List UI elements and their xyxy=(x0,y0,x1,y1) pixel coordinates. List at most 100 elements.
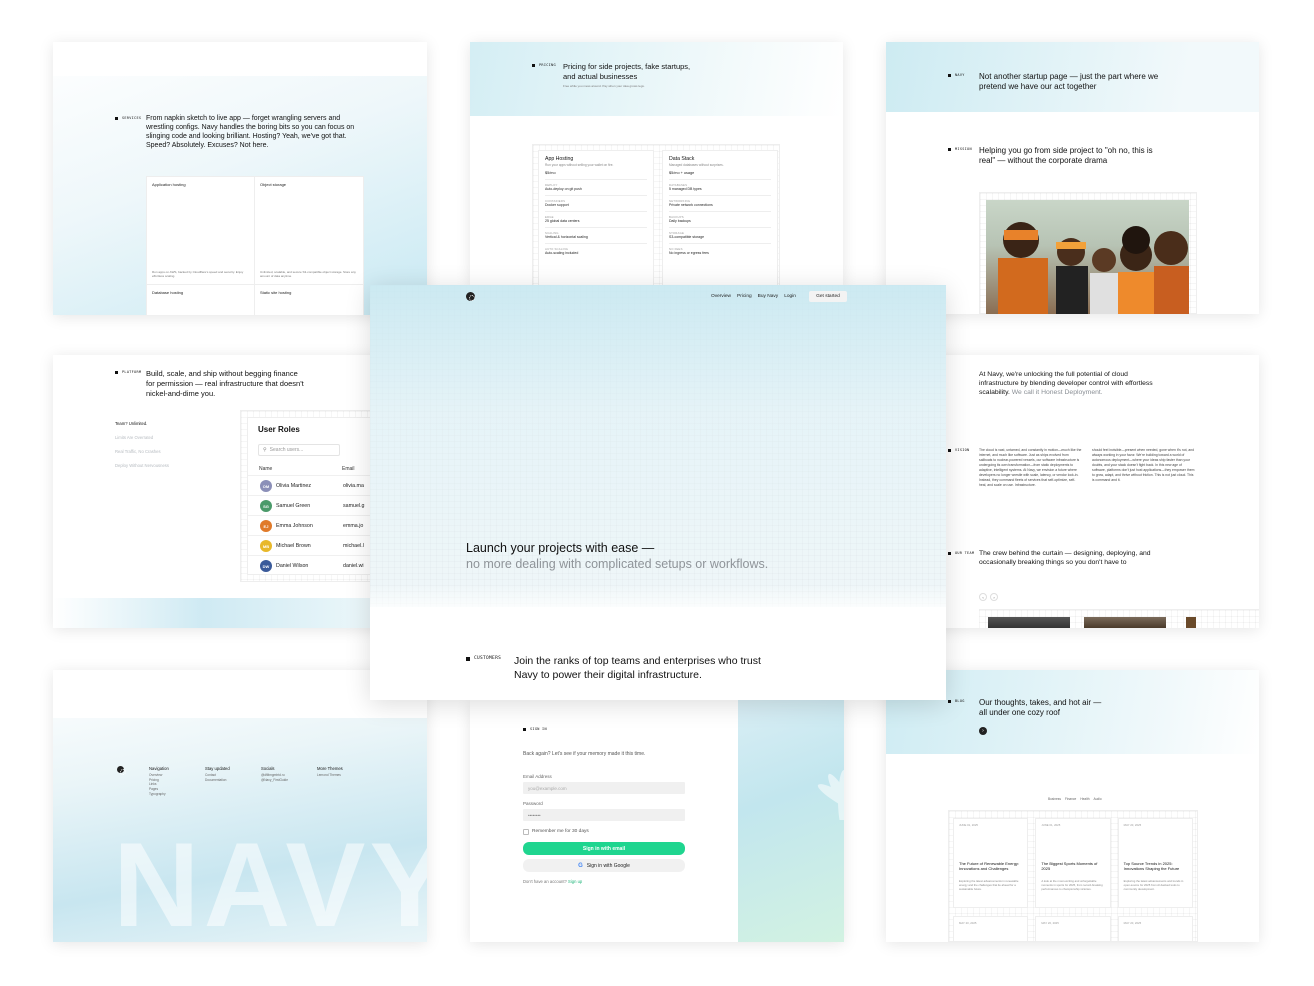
footer-logo[interactable] xyxy=(117,766,126,775)
signin-tag: SIGN IN xyxy=(530,727,547,731)
team-next-button[interactable]: › xyxy=(990,593,998,601)
plan-desc: Managed databases without surprises. xyxy=(669,163,724,167)
team-photo xyxy=(986,200,1189,314)
signin-email-button[interactable]: Sign in with email xyxy=(523,842,685,855)
team-photo-illustration xyxy=(998,222,1189,314)
remember-label: Remember me for 30 days xyxy=(532,829,589,834)
about-title: Not another startup page — just the part… xyxy=(979,72,1159,91)
signup-link[interactable]: Sign up xyxy=(568,879,582,884)
plan-price: $5/mo + usage xyxy=(669,171,695,175)
footer-link[interactable]: @Navy_FirstGuide xyxy=(261,778,295,783)
services-card: SERVICES From napkin sketch to live app … xyxy=(53,42,427,315)
feature-item[interactable]: Deploy Without Nervousness xyxy=(115,463,235,468)
mission-tag: MISSION xyxy=(955,147,972,151)
footer-link[interactable]: Typography xyxy=(149,792,183,797)
about-card: NAVY Not another startup page — just the… xyxy=(886,42,1259,314)
blog-arrow-button[interactable]: › xyxy=(979,727,987,735)
plan-card: Data Stack Managed databases without surp… xyxy=(662,150,778,287)
hero-title: Launch your projects with ease — xyxy=(466,541,655,555)
nav-link[interactable]: Overview xyxy=(711,294,731,299)
feature-item[interactable]: Real Traffic, No Crashes xyxy=(115,449,235,454)
password-field[interactable]: •••••••• xyxy=(523,809,685,821)
plan-row-value: Docker support xyxy=(545,203,569,207)
email-field[interactable]: you@example.com xyxy=(523,782,685,794)
plan-row-value: 5 managed DB types xyxy=(669,187,702,191)
service-cell: Application hosting Run apps on AWS, bac… xyxy=(147,177,255,285)
platform-tag: PLATFORM xyxy=(122,370,142,374)
blog-title: Our thoughts, takes, and hot air — all u… xyxy=(979,698,1102,717)
get-started-button[interactable]: Get started xyxy=(809,291,847,302)
footer-column: Socials @dfiltmgmtrtd.ru @Navy_FirstGuide xyxy=(261,766,295,796)
blog-filter[interactable]: Audio xyxy=(1094,797,1102,801)
blog-post-card[interactable]: MAY 20, 2025 Top Source Trends in 2025: I… xyxy=(1117,818,1193,908)
customers-text: Join the ranks of top teams and enterpri… xyxy=(514,655,761,682)
blog-post-card[interactable]: MAY 20, 2025 xyxy=(953,916,1029,942)
user-search-input[interactable]: ⚲ Search users... xyxy=(258,444,340,456)
navy-logo[interactable] xyxy=(466,292,475,301)
user-email: michael.l xyxy=(343,543,364,549)
remember-checkbox[interactable] xyxy=(523,829,529,835)
blog-filter[interactable]: Business xyxy=(1048,797,1061,801)
nav-link[interactable]: Buy Navy xyxy=(758,294,779,299)
footer-column: Stay updated Contact Documentation xyxy=(205,766,239,796)
plan-row-value: Daily backups xyxy=(669,219,691,223)
platform-text: Build, scale, and ship without begging f… xyxy=(146,369,304,398)
hero-card: Overview Pricing Buy Navy Login Get started… xyxy=(370,285,946,700)
service-cell: Static site hosting xyxy=(260,290,292,295)
plan-desc: Run your apps without selling your walle… xyxy=(545,163,614,167)
blog-post-card[interactable]: JUNE 01, 2025 The Biggest Sports Moments … xyxy=(1035,818,1111,908)
team-member-photo xyxy=(1084,617,1166,628)
blog-post-card[interactable]: MAY 20, 2025 xyxy=(1117,916,1193,942)
vision-col-2: should feel invisible—present when neede… xyxy=(1092,448,1195,482)
pricing-title: Pricing for side projects, fake startups… xyxy=(563,62,691,81)
team-prev-button[interactable]: ‹ xyxy=(979,593,987,601)
nav-link[interactable]: Login xyxy=(784,294,796,299)
user-name: Daniel Wilson xyxy=(276,563,309,569)
blog-post-title: The Biggest Sports Moments of 2025 xyxy=(1041,861,1098,872)
no-account-text: Don't have an account? xyxy=(523,879,567,884)
footer-watermark: NAVY xyxy=(113,818,427,942)
service-cell: Object storage Unlimited, scalable, and … xyxy=(255,177,363,285)
mission-text: Helping you go from side project to "oh … xyxy=(979,146,1153,165)
avatar: EJ xyxy=(260,520,272,532)
blog-post-desc: Exploring the latest advancements in ren… xyxy=(959,879,1019,891)
blog-post-desc: A look at the most exciting and unforget… xyxy=(1041,879,1103,891)
col-email-header: Email xyxy=(342,466,355,472)
nav-link[interactable]: Pricing xyxy=(737,294,752,299)
blog-filter[interactable]: Health xyxy=(1080,797,1089,801)
team-member-photo xyxy=(988,617,1070,628)
signin-card: SIGN IN Back again? Let's see if your me… xyxy=(470,700,844,942)
avatar: OM xyxy=(260,480,272,492)
pricing-card: PRICING Pricing for side projects, fake … xyxy=(470,42,843,287)
feature-item[interactable]: Team? Unlimited. xyxy=(115,421,235,426)
user-email: emma.jo xyxy=(343,523,364,529)
user-name: Olivia Martinez xyxy=(276,483,312,489)
service-cell: Database hosting xyxy=(147,285,255,315)
footer-column: More Themes Lemond Themes xyxy=(317,766,351,796)
user-email: olivia.ma xyxy=(343,483,364,489)
user-name: Emma Johnson xyxy=(276,523,313,529)
blog-post-desc: Exploring the latest advancements and tr… xyxy=(1123,879,1184,891)
plan-row-value: 25 global data centers xyxy=(545,219,580,223)
vision-tag: VISION xyxy=(955,448,970,452)
avatar: SG xyxy=(260,500,272,512)
feature-item[interactable]: Limits Are Overrated xyxy=(115,435,235,440)
honest-title: At Navy, we're unlocking the full potent… xyxy=(979,371,1153,396)
password-label: Password xyxy=(523,801,543,806)
footer-link[interactable]: Lemond Themes xyxy=(317,773,351,778)
pricing-tag: PRICING xyxy=(539,63,556,67)
plan-name: App Hosting xyxy=(545,156,574,162)
blog-post-date: MAY 20, 2025 xyxy=(1041,921,1059,925)
blog-post-date: JUNE 01, 2025 xyxy=(959,823,978,827)
footer-column-title: Stay updated xyxy=(205,766,230,771)
blog-post-card[interactable]: MAY 20, 2025 xyxy=(1035,916,1111,942)
user-email: samuel.g xyxy=(343,503,365,509)
blog-post-date: MAY 20, 2025 xyxy=(1123,823,1142,827)
blog-post-date: JUNE 01, 2025 xyxy=(1041,823,1061,827)
blog-post-card[interactable]: JUNE 01, 2025 The Future of Renewable Ene… xyxy=(953,818,1029,908)
plan-row-value: Auto-deploy on git push xyxy=(545,187,582,191)
pricing-subtitle: Free while you mess around. Pay when you… xyxy=(563,84,645,88)
footer-link[interactable]: Documentation xyxy=(205,778,239,783)
blog-filter[interactable]: Finance xyxy=(1065,797,1076,801)
signin-google-button[interactable]: G Sign in with Google xyxy=(523,859,685,872)
